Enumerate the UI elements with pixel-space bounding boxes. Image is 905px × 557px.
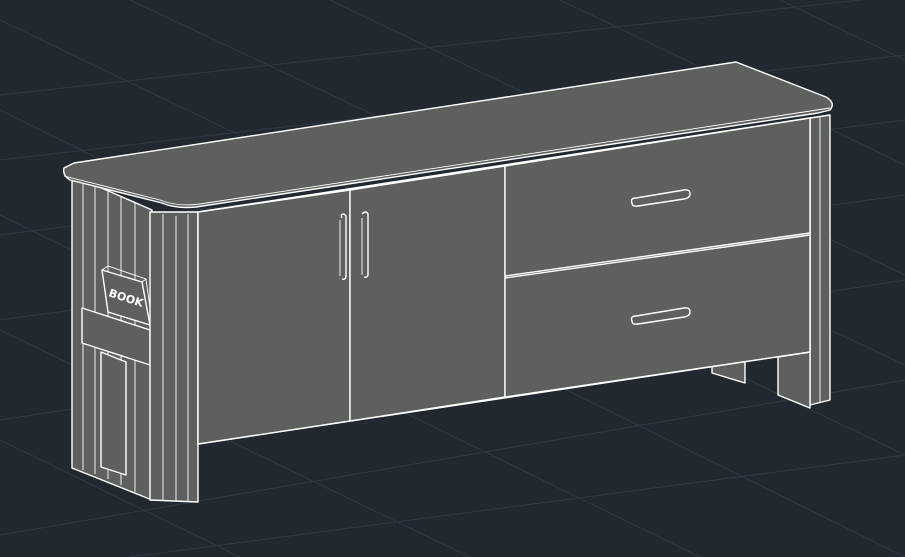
sideboard-model[interactable]: BOOK (62, 61, 833, 503)
cad-model-viewport[interactable]: BOOK (0, 0, 905, 557)
right-door[interactable] (349, 165, 506, 422)
viewport-canvas[interactable]: BOOK (0, 0, 905, 557)
left-side-cutout (100, 351, 127, 476)
right-leg-foot (777, 351, 811, 409)
left-door[interactable] (197, 189, 351, 445)
front-left-leg (149, 211, 199, 503)
